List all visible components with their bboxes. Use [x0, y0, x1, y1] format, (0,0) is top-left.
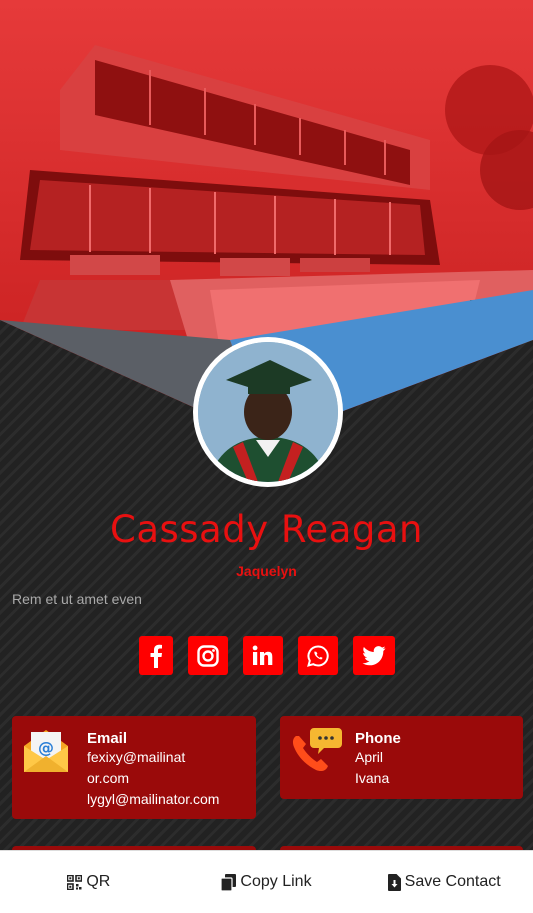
whatsapp-link[interactable] [297, 636, 338, 675]
email-line: fexixy@mailinat [87, 749, 186, 765]
instagram-link[interactable] [187, 636, 228, 675]
phone-line[interactable]: Ivana [355, 770, 389, 786]
qr-button-label: QR [86, 873, 111, 890]
profile-bio: Rem et ut amet even [12, 591, 142, 607]
email-card[interactable]: @ Email fexixy@mailinat or.com lygyl@mai… [12, 716, 256, 819]
profile-subtitle: Jaquelyn [236, 563, 297, 579]
twitter-icon [361, 645, 385, 665]
copy-icon [221, 873, 237, 891]
email-title: Email [87, 730, 128, 747]
profile-page: Cassady Reagan Jaquelyn Rem et ut amet e… [0, 0, 533, 913]
save-contact-button[interactable]: Save Contact [355, 873, 533, 891]
linkedin-link[interactable] [242, 636, 283, 675]
profile-name: Cassady Reagan [110, 508, 423, 551]
phone-card[interactable]: Phone April Ivana [280, 716, 523, 799]
qr-button[interactable]: QR [0, 873, 178, 891]
copy-link-button[interactable]: Copy Link [178, 873, 356, 891]
social-links [0, 636, 533, 675]
qr-code-icon [67, 874, 83, 890]
linkedin-icon [252, 645, 273, 665]
email-line: or.com [87, 770, 130, 786]
email-address-link[interactable]: lygyl@mailinator.com [87, 791, 219, 807]
phone-line[interactable]: April [355, 749, 383, 765]
file-download-icon [387, 873, 401, 891]
copy-link-label: Copy Link [240, 873, 312, 890]
bottom-action-bar: QR Copy Link Save Contact [0, 850, 533, 913]
svg-text:@: @ [38, 738, 54, 757]
facebook-link[interactable] [138, 636, 173, 675]
phone-title: Phone [355, 730, 401, 747]
email-envelope-icon: @ [22, 726, 70, 779]
whatsapp-icon [306, 644, 329, 667]
save-contact-label: Save Contact [404, 873, 501, 890]
twitter-link[interactable] [352, 636, 395, 675]
instagram-icon [196, 644, 219, 667]
phone-chat-icon [290, 726, 342, 779]
profile-avatar [193, 337, 343, 487]
facebook-icon [150, 644, 162, 668]
